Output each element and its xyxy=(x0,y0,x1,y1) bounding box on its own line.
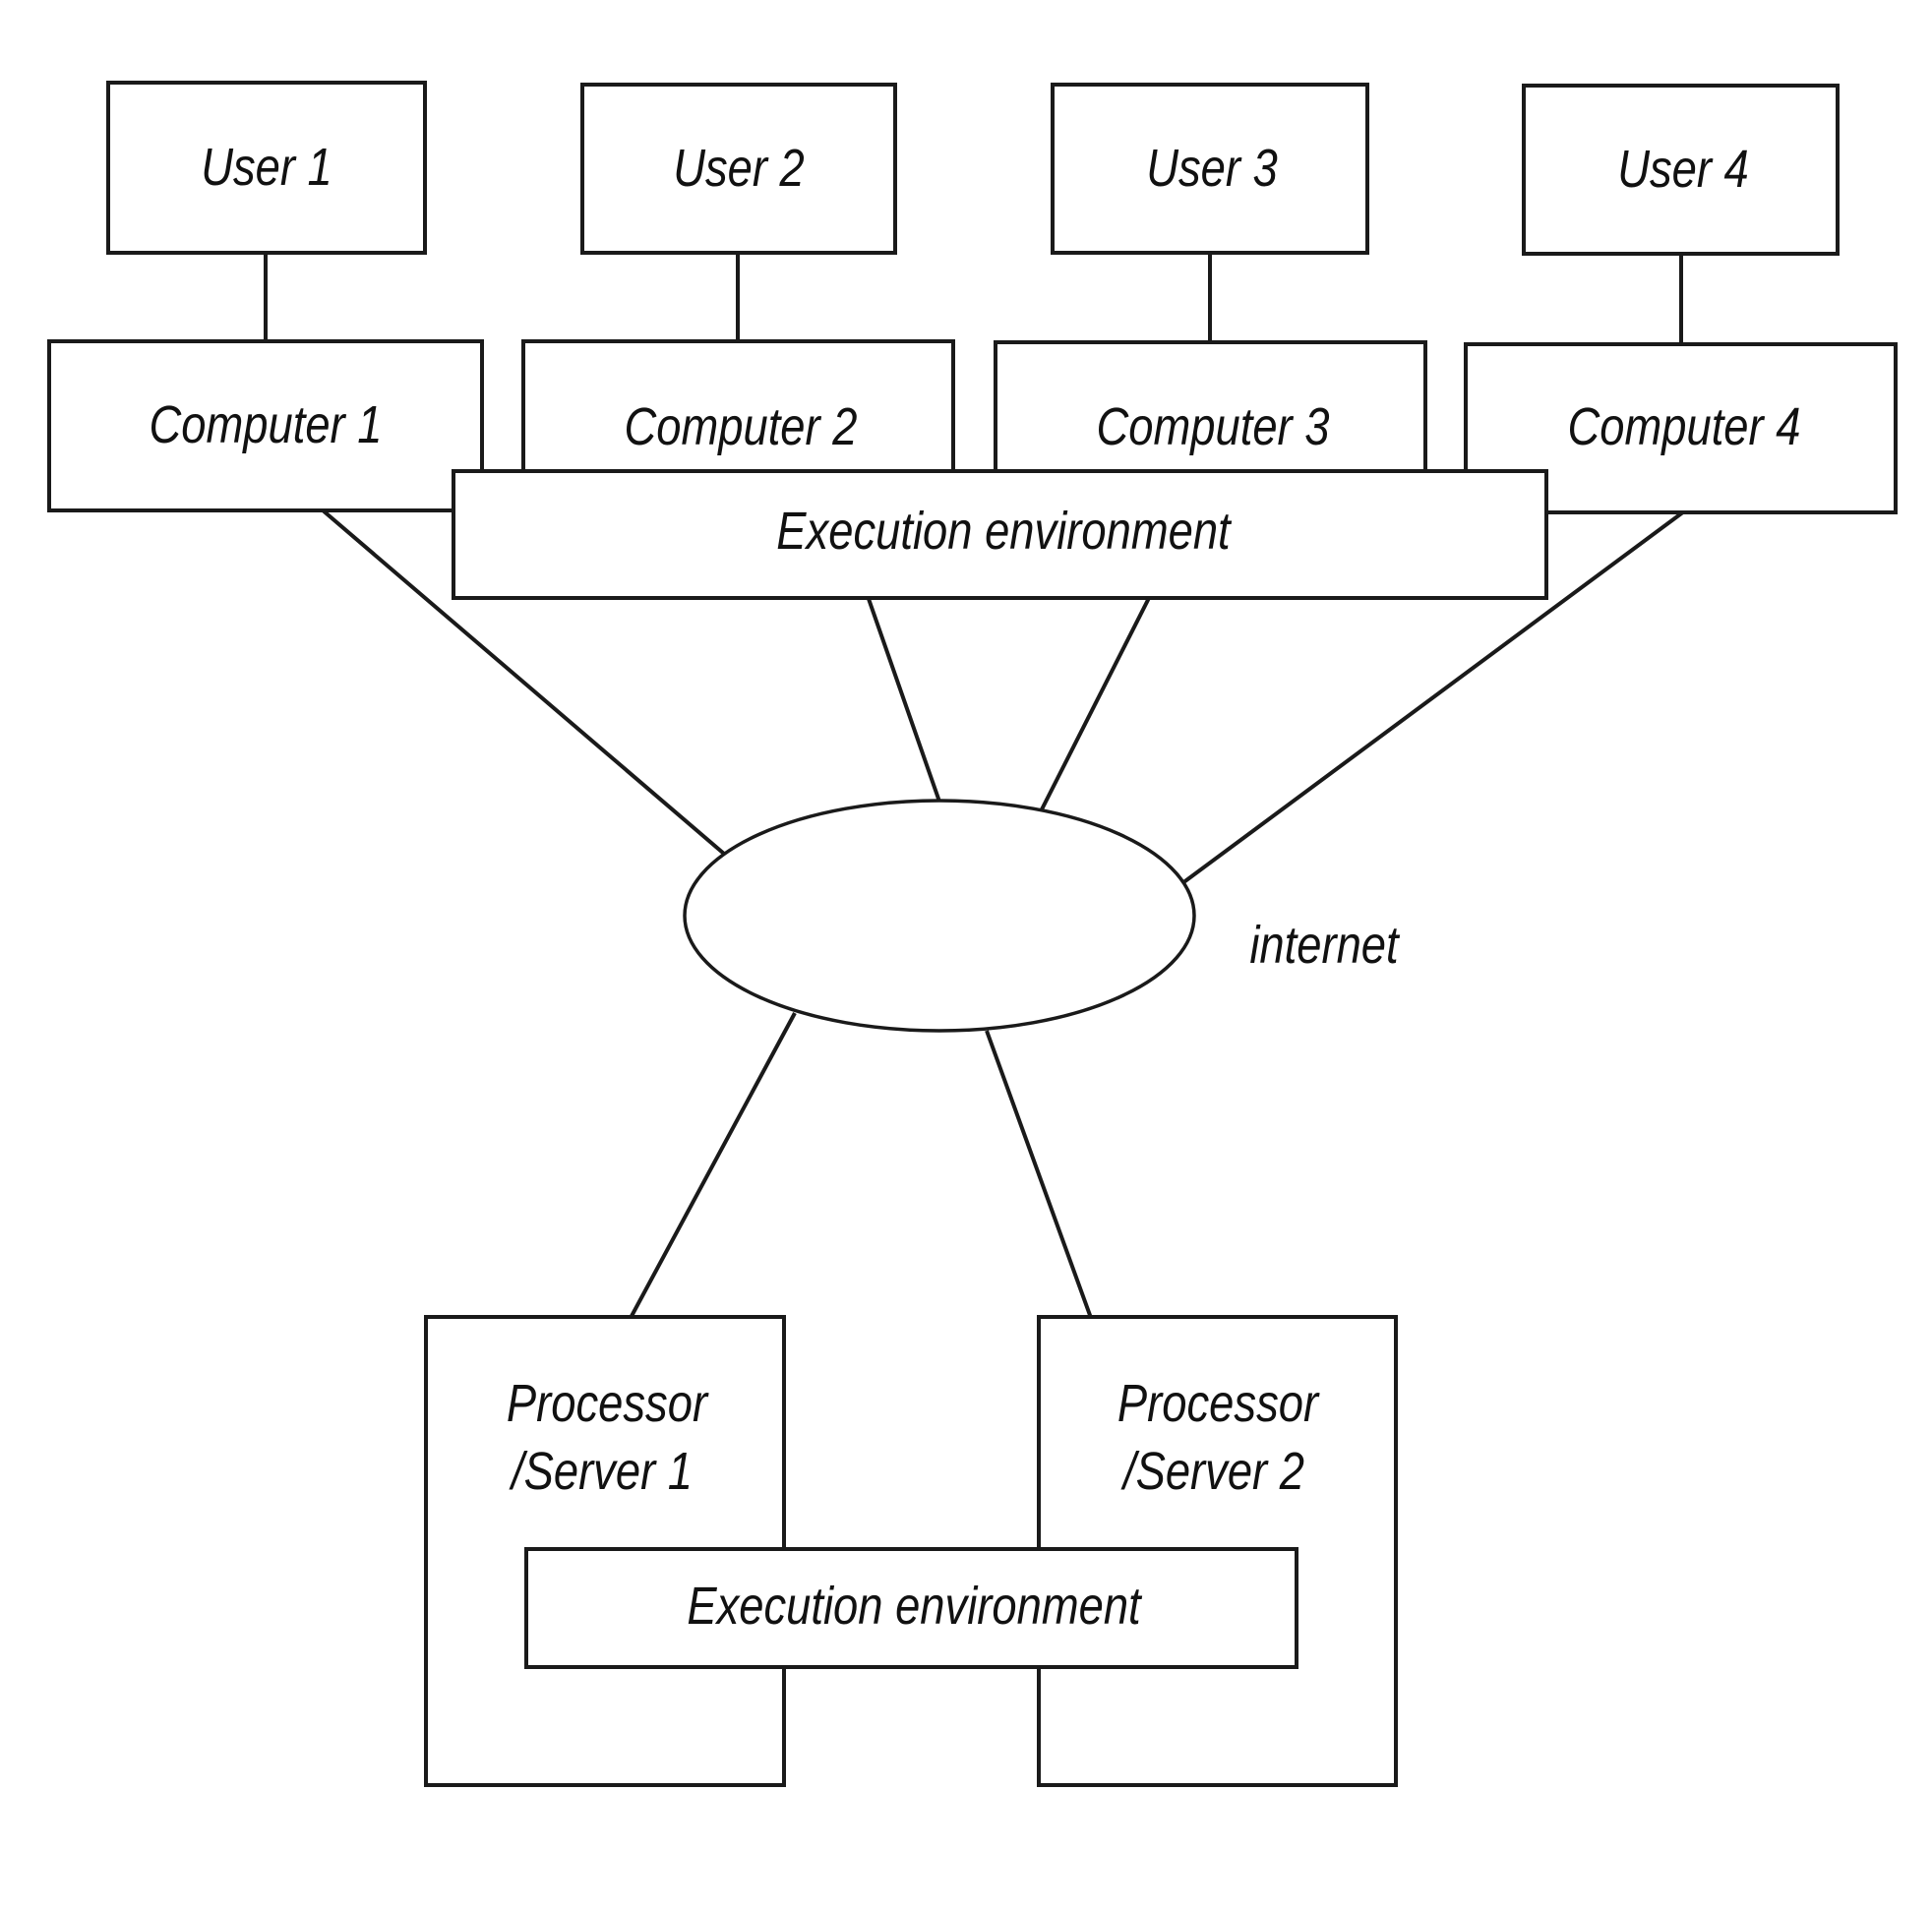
computer-label-1: Computer 1 xyxy=(150,394,383,454)
user-box-4: User 4 xyxy=(1522,84,1840,256)
user-box-1: User 1 xyxy=(106,81,427,255)
user-box-2: User 2 xyxy=(580,83,897,255)
connector-internet-server2 xyxy=(985,1030,1093,1319)
server-label-1-line1: Processor xyxy=(507,1373,709,1433)
server-label-2-line2: /Server 2 xyxy=(1120,1441,1304,1501)
connector-exec-env-internet-left xyxy=(866,595,941,803)
internet-label: internet xyxy=(1249,915,1400,975)
network-diagram: User 1 User 2 User 3 User 4 Computer 1 C… xyxy=(47,81,1898,1787)
client-execution-environment-label: Execution environment xyxy=(776,501,1232,561)
server-label-2-line1: Processor xyxy=(1117,1373,1320,1433)
user-label-1: User 1 xyxy=(201,137,332,197)
server-execution-environment: Execution environment xyxy=(524,1547,1298,1669)
connector-exec-env-internet-right xyxy=(1039,595,1152,812)
computer-box-1: Computer 1 xyxy=(47,339,484,512)
user-label-2: User 2 xyxy=(673,138,805,198)
computer-label-2: Computer 2 xyxy=(625,396,858,456)
server-execution-environment-label: Execution environment xyxy=(687,1576,1142,1636)
internet-cloud xyxy=(683,799,1196,1033)
server-label-1-line2: /Server 1 xyxy=(509,1441,693,1501)
connector-internet-server1 xyxy=(629,1012,797,1319)
computer-label-3: Computer 3 xyxy=(1097,396,1330,456)
computer-label-4: Computer 4 xyxy=(1568,396,1801,456)
user-label-3: User 3 xyxy=(1146,138,1278,198)
client-execution-environment: Execution environment xyxy=(452,469,1548,600)
user-box-3: User 3 xyxy=(1051,83,1369,255)
user-label-4: User 4 xyxy=(1617,139,1749,199)
